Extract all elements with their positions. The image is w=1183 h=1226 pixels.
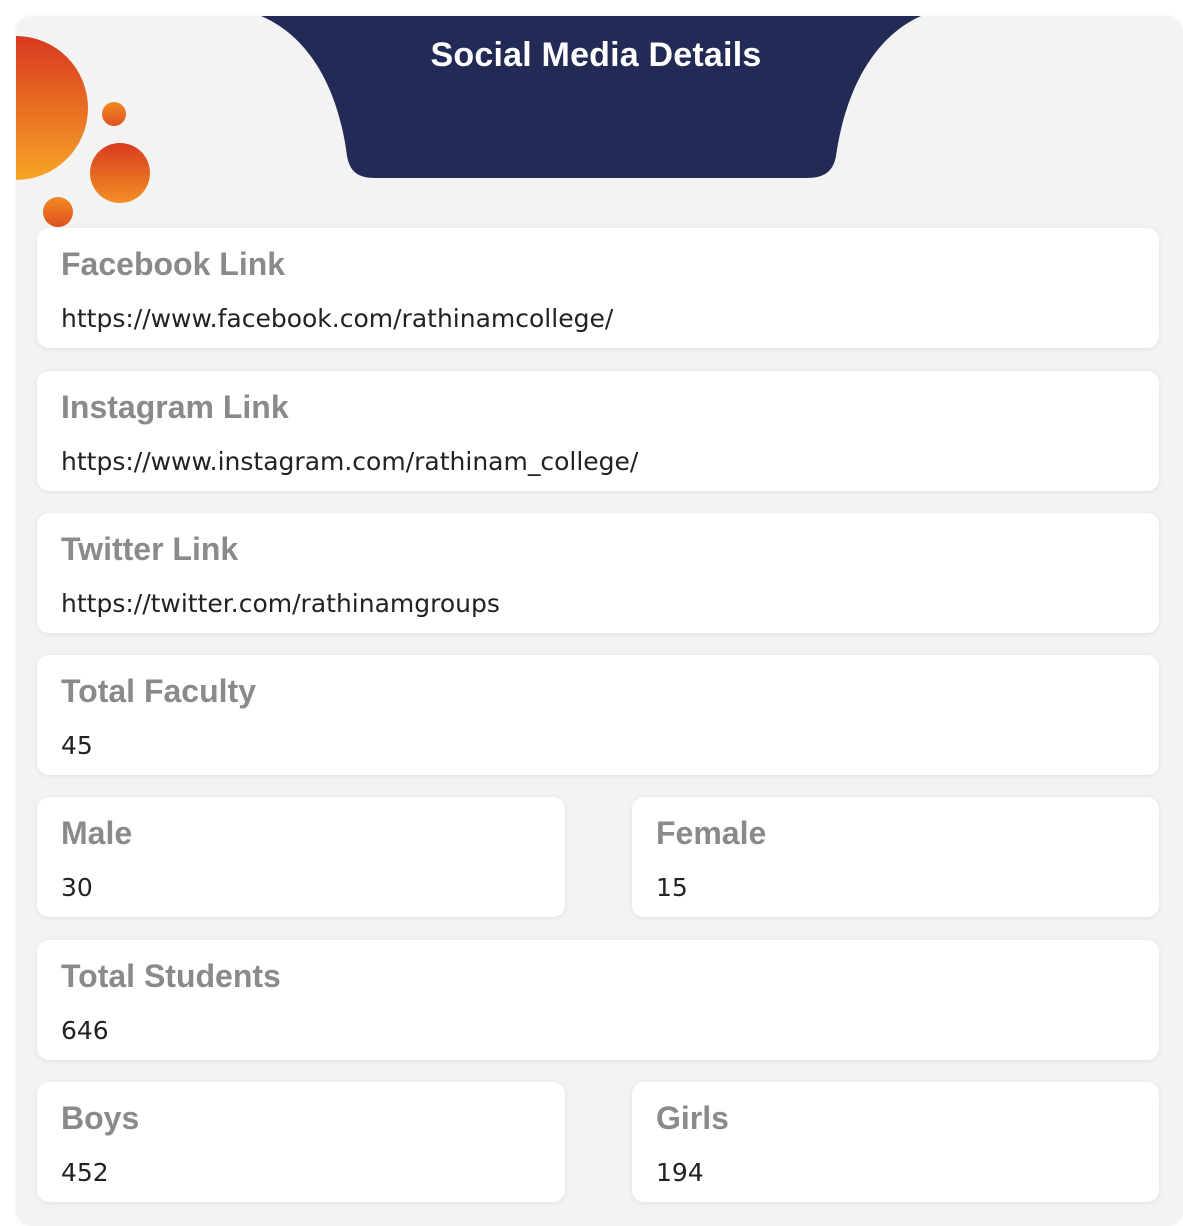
facebook-link-label: Facebook Link	[61, 246, 286, 282]
female-value: 15	[656, 873, 688, 902]
small-bubble	[102, 102, 126, 126]
male-value: 30	[61, 873, 93, 902]
boys-label: Boys	[61, 1100, 140, 1136]
male-label: Male	[61, 815, 133, 851]
twitter-link-card: Twitter Link https://twitter.com/rathina…	[37, 513, 1159, 633]
female-label: Female	[656, 815, 767, 851]
header-tab: Social Media Details	[16, 16, 1183, 186]
facebook-link-value[interactable]: https://www.facebook.com/rathinamcollege…	[61, 304, 613, 333]
total-students-card: Total Students 646	[37, 940, 1159, 1060]
large-bubble	[16, 36, 88, 180]
female-card: Female 15	[632, 797, 1159, 917]
girls-label: Girls	[656, 1100, 729, 1136]
girls-card: Girls 194	[632, 1082, 1159, 1202]
facebook-link-card: Facebook Link https://www.facebook.com/r…	[37, 228, 1159, 348]
instagram-link-label: Instagram Link	[61, 389, 289, 425]
total-students-value: 646	[61, 1016, 109, 1045]
twitter-link-value[interactable]: https://twitter.com/rathinamgroups	[61, 589, 500, 618]
page-title: Social Media Details	[430, 36, 762, 74]
decorative-bubbles	[16, 36, 150, 227]
total-faculty-value: 45	[61, 731, 93, 760]
male-card: Male 30	[37, 797, 565, 917]
total-faculty-label: Total Faculty	[61, 673, 256, 709]
boys-card: Boys 452	[37, 1082, 565, 1202]
instagram-link-card: Instagram Link https://www.instagram.com…	[37, 371, 1159, 491]
tiny-bubble	[43, 197, 73, 227]
total-faculty-card: Total Faculty 45	[37, 655, 1159, 775]
total-students-label: Total Students	[61, 958, 281, 994]
boys-value: 452	[61, 1158, 109, 1187]
girls-value: 194	[656, 1158, 704, 1187]
twitter-link-label: Twitter Link	[61, 531, 239, 567]
medium-bubble	[90, 143, 150, 203]
social-media-details-panel: Social Media Details Facebook Link https…	[16, 16, 1183, 1226]
instagram-link-value[interactable]: https://www.instagram.com/rathinam_colle…	[61, 447, 638, 476]
